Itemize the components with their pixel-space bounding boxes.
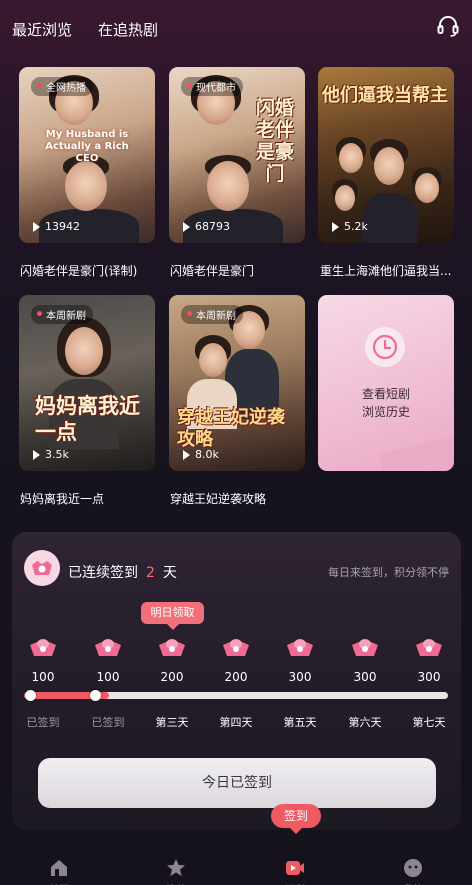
ingot-icon — [286, 636, 314, 658]
reward-points: 300 — [353, 670, 377, 684]
bottom-nav: 首页 推荐 福利 我的 — [0, 848, 472, 885]
drama-badge: 本周新剧 — [31, 305, 93, 324]
poster-title: 穿越王妃逆袭攻略 — [177, 407, 285, 450]
drama-badge: 本周新剧 — [181, 305, 243, 324]
poster-title: 妈妈离我近一点 — [35, 393, 140, 444]
ingot-icon — [351, 636, 379, 658]
reward-points: 300 — [288, 670, 312, 684]
ingot-icon — [222, 636, 250, 658]
drama-title[interactable]: 妈妈离我近一点 — [20, 490, 104, 507]
ingot-icon — [415, 636, 443, 658]
checkin-panel: 已连续签到 2 天 每日来签到，积分领不停 明日领取 100 100 200 200 300… — [12, 532, 461, 830]
play-count: 8.0k — [183, 448, 219, 461]
reward-points: 100 — [31, 670, 55, 684]
film-strip-decoration — [378, 435, 454, 471]
top-bar: 最近浏览 在追热剧 — [0, 0, 472, 60]
drama-card[interactable]: 他们逼我当帮主 5.2k — [318, 67, 454, 243]
home-icon[interactable] — [49, 858, 69, 878]
nav-label-profile: 我的 — [393, 881, 433, 885]
drama-title[interactable]: 穿越王妃逆袭攻略 — [170, 490, 266, 507]
reward-points: 100 — [96, 670, 120, 684]
drama-card[interactable]: 全网热播 My Husband is Actually a Rich CEO 1… — [19, 67, 155, 243]
checkin-day-label: 第六天 — [348, 716, 382, 729]
drama-badge: 全网热播 — [31, 77, 93, 96]
play-icon — [332, 221, 339, 232]
video-icon[interactable] — [285, 858, 305, 878]
drama-badge: 现代都市 — [181, 77, 243, 96]
reward-points: 200 — [160, 670, 184, 684]
checkin-day-label: 第三天 — [155, 716, 189, 729]
ingot-icon — [94, 636, 122, 658]
tab-following[interactable]: 在追热剧 — [98, 19, 158, 40]
checkin-pill: 签到 — [271, 804, 321, 834]
reward-points: 200 — [224, 670, 248, 684]
view-history-card[interactable]: 查看短剧 浏览历史 — [318, 295, 454, 471]
poster-title: 他们逼我当帮主 — [322, 85, 448, 106]
play-count: 68793 — [183, 220, 230, 233]
drama-card[interactable]: 本周新剧 穿越王妃逆袭攻略 8.0k — [169, 295, 305, 471]
gift-icon — [24, 550, 60, 586]
play-count: 3.5k — [33, 448, 69, 461]
play-count: 13942 — [33, 220, 80, 233]
drama-title[interactable]: 闪婚老伴是豪门(译制) — [20, 262, 137, 279]
nav-label-recommend: 推荐 — [156, 881, 196, 885]
ingot-icon — [29, 636, 57, 658]
clock-history-icon — [365, 327, 405, 367]
poster-title: 闪婚老伴是豪门 — [255, 97, 294, 185]
drama-title[interactable]: 闪婚老伴是豪门 — [170, 262, 254, 279]
tab-recent[interactable]: 最近浏览 — [12, 19, 72, 40]
play-count: 5.2k — [332, 220, 368, 233]
checkin-day-label: 第七天 — [412, 716, 446, 729]
checkin-progress — [24, 690, 448, 701]
ingot-icon — [158, 636, 186, 658]
checked-in-button[interactable]: 今日已签到 — [38, 758, 436, 808]
star-icon[interactable] — [166, 858, 186, 878]
play-icon — [33, 449, 40, 460]
play-icon — [183, 221, 190, 232]
checkin-hint: 每日来签到，积分领不停 — [328, 566, 449, 579]
nav-label-home: 首页 — [39, 881, 79, 885]
drama-card[interactable]: 本周新剧 妈妈离我近一点 3.5k — [19, 295, 155, 471]
history-label: 查看短剧 浏览历史 — [361, 387, 410, 419]
poster-english-title: My Husband is Actually a Rich CEO — [45, 129, 129, 164]
tomorrow-tooltip: 明日领取 — [141, 602, 204, 630]
reward-points: 300 — [417, 670, 441, 684]
checkin-day-label: 已签到 — [26, 716, 60, 729]
drama-title[interactable]: 重生上海滩他们逼我当... — [320, 262, 451, 279]
drama-card[interactable]: 现代都市 闪婚老伴是豪门 68793 — [169, 67, 305, 243]
checkin-day-label: 已签到 — [91, 716, 125, 729]
play-icon — [33, 221, 40, 232]
progress-knob — [90, 690, 101, 701]
headset-icon[interactable] — [436, 14, 460, 38]
nav-label-welfare: 福利 — [275, 881, 315, 885]
checkin-day-label: 第五天 — [283, 716, 317, 729]
checkin-streak: 已连续签到 2 天 — [68, 565, 177, 581]
profile-icon[interactable] — [403, 858, 423, 878]
progress-knob — [25, 690, 36, 701]
checkin-day-label: 第四天 — [219, 716, 253, 729]
play-icon — [183, 449, 190, 460]
